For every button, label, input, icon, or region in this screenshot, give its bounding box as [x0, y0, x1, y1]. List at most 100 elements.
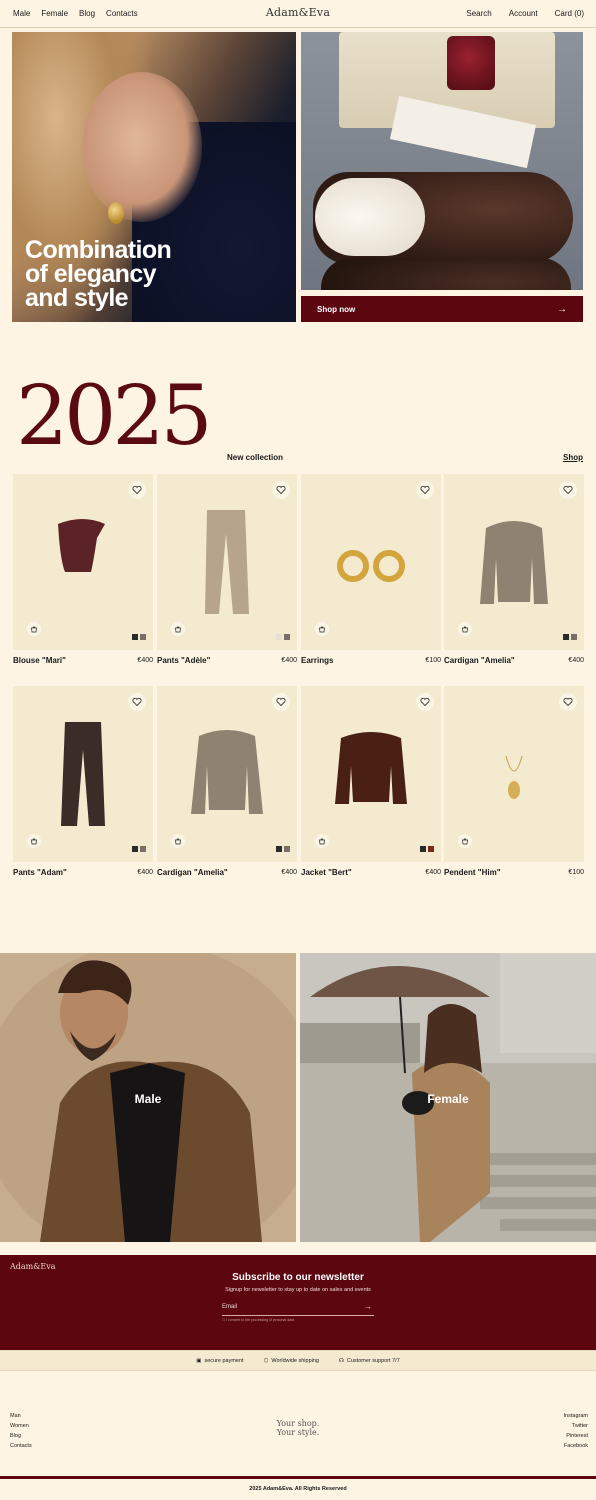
heart-icon: [420, 697, 430, 707]
product-image[interactable]: [301, 474, 441, 650]
product-image[interactable]: [301, 686, 441, 862]
heart-icon: [276, 697, 286, 707]
color-swatch[interactable]: [140, 846, 146, 852]
hero-loafer-shape: [321, 258, 571, 290]
color-swatch[interactable]: [284, 846, 290, 852]
color-swatch[interactable]: [132, 634, 138, 640]
box-icon: ⬡: [263, 1357, 269, 1364]
add-to-bag-icon[interactable]: [27, 622, 41, 636]
color-swatch[interactable]: [420, 846, 426, 852]
color-swatch[interactable]: [571, 634, 577, 640]
color-swatch[interactable]: [428, 846, 434, 852]
hero-title-line: Combination: [25, 236, 172, 264]
footer-link-facebook[interactable]: Facebook: [564, 1441, 588, 1451]
shop-link[interactable]: Shop: [563, 453, 583, 462]
wishlist-heart-icon[interactable]: [416, 481, 434, 499]
add-to-bag-icon[interactable]: [171, 834, 185, 848]
feature-label: Worldwide shipping: [271, 1357, 319, 1364]
footer-link-pinterest[interactable]: Pinterest: [564, 1431, 588, 1441]
color-swatch[interactable]: [276, 846, 282, 852]
color-swatch[interactable]: [276, 634, 282, 640]
footer-link-instagram[interactable]: Instagram: [564, 1411, 588, 1421]
footer-slogan: Your shop. Your style.: [0, 1419, 596, 1437]
product-name[interactable]: Blouse "Mari": [13, 656, 66, 665]
product-name[interactable]: Cardigan "Amelia": [444, 656, 515, 665]
category-male-label: Male: [134, 1092, 162, 1106]
hero-face-shape: [82, 72, 202, 222]
category-female-label: Female: [427, 1092, 469, 1106]
footer-link-contacts[interactable]: Contacts: [10, 1441, 32, 1451]
feature-label: Customer support 7/7: [346, 1357, 400, 1364]
product-image[interactable]: [13, 686, 153, 862]
product-image[interactable]: [13, 474, 153, 650]
copyright: 2025 Adam&Eva. All Rights Reserved: [249, 1486, 347, 1492]
color-swatches: [276, 846, 290, 852]
wishlist-heart-icon[interactable]: [128, 693, 146, 711]
category-female[interactable]: Female: [300, 953, 596, 1242]
product-price: €400: [137, 657, 153, 664]
slogan-line: Your style.: [276, 1428, 320, 1437]
add-to-bag-icon[interactable]: [27, 834, 41, 848]
add-to-bag-icon[interactable]: [315, 834, 329, 848]
product-name[interactable]: Jacket "Bert": [301, 868, 352, 877]
product-image[interactable]: [157, 686, 297, 862]
feature-shipping: ⬡ Worldwide shipping: [264, 1358, 319, 1364]
nav-search[interactable]: Search: [466, 9, 491, 18]
nav-cart[interactable]: Card (0): [555, 9, 584, 18]
shopping-bag-icon: [319, 838, 325, 845]
add-to-bag-icon[interactable]: [458, 622, 472, 636]
submit-arrow-icon[interactable]: →: [364, 1302, 372, 1311]
email-placeholder: Email: [222, 1304, 238, 1310]
category-male[interactable]: Male: [0, 953, 296, 1242]
feature-support: ☊ Customer support 7/7: [339, 1358, 400, 1364]
wishlist-heart-icon[interactable]: [559, 481, 577, 499]
product-name[interactable]: Earrings: [301, 656, 333, 665]
feature-secure-payment: ▣ secure payment: [196, 1358, 243, 1364]
footer-link-twitter[interactable]: Twitter: [564, 1421, 588, 1431]
product-name[interactable]: Pants "Adèle": [157, 656, 210, 665]
product-image[interactable]: [444, 474, 584, 650]
hero-title-line: and style: [25, 284, 129, 312]
color-swatch[interactable]: [132, 846, 138, 852]
consent-label: I consent to the processing of personal …: [226, 1318, 295, 1322]
wishlist-heart-icon[interactable]: [272, 693, 290, 711]
newsletter-subtitle: Signup for newsletter to stay up to date…: [225, 1287, 371, 1293]
wishlist-heart-icon[interactable]: [416, 693, 434, 711]
add-to-bag-icon[interactable]: [315, 622, 329, 636]
color-swatches: [420, 846, 434, 852]
heart-icon: [132, 697, 142, 707]
nav-account[interactable]: Account: [509, 9, 538, 18]
product-price: €400: [281, 657, 297, 664]
consent-checkbox[interactable]: ☐ I consent to the processing of persona…: [222, 1318, 294, 1322]
shopping-bag-icon: [31, 626, 37, 633]
shopping-bag-icon: [462, 838, 468, 845]
shopping-bag-icon: [31, 838, 37, 845]
add-to-bag-icon[interactable]: [171, 622, 185, 636]
account-nav: Search Account Card (0): [466, 9, 584, 18]
color-swatch[interactable]: [284, 634, 290, 640]
shopping-bag-icon: [462, 626, 468, 633]
product-name[interactable]: Pants "Adam": [13, 868, 67, 877]
email-field[interactable]: Email →: [222, 1302, 374, 1316]
color-swatches: [132, 846, 146, 852]
wishlist-heart-icon[interactable]: [128, 481, 146, 499]
add-to-bag-icon[interactable]: [458, 834, 472, 848]
shopping-bag-icon: [175, 626, 181, 633]
features-bar: ▣ secure payment ⬡ Worldwide shipping ☊ …: [0, 1350, 596, 1371]
hero-candle-shape: [447, 36, 495, 90]
product-name[interactable]: Pendent "Him": [444, 868, 500, 877]
product-image[interactable]: [157, 474, 297, 650]
hero-image-accessories: [301, 32, 583, 290]
product-name[interactable]: Cardigan "Amelia": [157, 868, 228, 877]
color-swatches: [132, 634, 146, 640]
product-image[interactable]: [444, 686, 584, 862]
color-swatch[interactable]: [140, 634, 146, 640]
shop-now-button[interactable]: Shop now →: [301, 296, 583, 322]
wishlist-heart-icon[interactable]: [559, 693, 577, 711]
product-price: €400: [425, 869, 441, 876]
product-price: €400: [137, 869, 153, 876]
shopping-bag-icon: [175, 838, 181, 845]
hero-title-line: of elegancy: [25, 260, 157, 288]
color-swatch[interactable]: [563, 634, 569, 640]
wishlist-heart-icon[interactable]: [272, 481, 290, 499]
